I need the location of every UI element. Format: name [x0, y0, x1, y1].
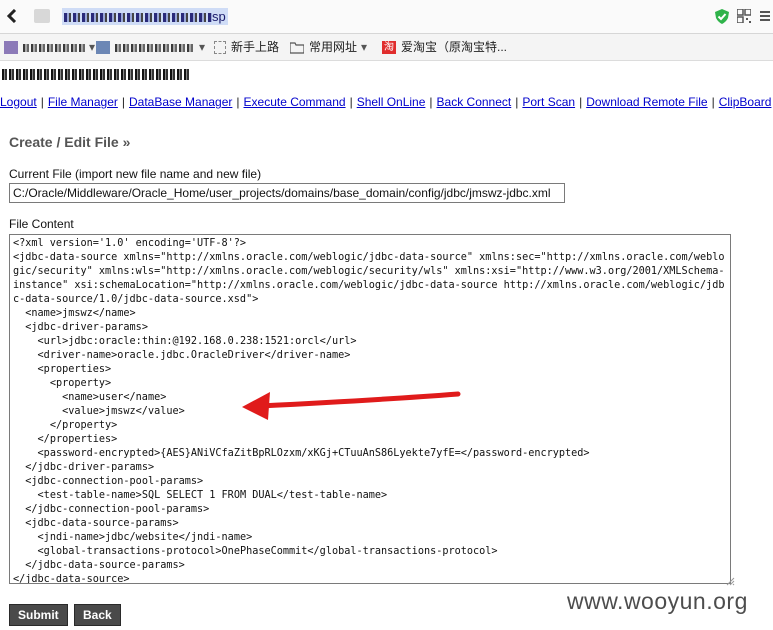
chevron-down-icon: ▾: [89, 40, 96, 54]
bookmark-label: 常用网址: [309, 40, 358, 54]
current-file-input[interactable]: [9, 183, 565, 203]
current-file-label: Current File (import new file name and n…: [9, 167, 262, 181]
header-redacted: [2, 69, 190, 80]
bookmark-label: 爱淘宝（原淘宝特...: [401, 40, 508, 54]
file-content-label: File Content: [9, 217, 74, 231]
browser-address-bar: sp: [0, 0, 773, 34]
taobao-icon: 淘: [382, 41, 396, 55]
resize-handle-icon[interactable]: [726, 577, 735, 586]
nav-file-manager[interactable]: File Manager: [48, 95, 118, 109]
nav-port-scan[interactable]: Port Scan: [522, 95, 575, 109]
nav-shell-online[interactable]: Shell OnLine: [357, 95, 426, 109]
shield-check-icon[interactable]: [715, 9, 729, 24]
annotation-arrow-icon: [242, 391, 461, 420]
nav-logout[interactable]: Logout: [0, 95, 37, 109]
nav-download-remote-file[interactable]: Download Remote File: [586, 95, 707, 109]
submit-button[interactable]: Submit: [9, 604, 68, 626]
shell-nav: Logout | File Manager | DataBase Manager | Exe…: [0, 95, 772, 109]
bookmark-redacted-1[interactable]: ▾: [4, 38, 95, 56]
page-icon: [214, 41, 226, 55]
bookmarks-bar: ▾ ▾ 新手上路 常用网址 ▾ 淘爱淘宝（原淘宝特...: [0, 34, 773, 61]
chevron-down-icon: ▾: [361, 40, 368, 54]
bookmark-taobao[interactable]: 淘爱淘宝（原淘宝特...: [382, 38, 507, 56]
bookmark-label: 新手上路: [231, 40, 280, 54]
back-arrow-icon[interactable]: [6, 9, 20, 23]
nav-clipboard[interactable]: ClipBoard: [719, 95, 772, 109]
chevron-down-icon: ▾: [199, 40, 206, 54]
nav-back-connect[interactable]: Back Connect: [437, 95, 512, 109]
bookmark-folder-common[interactable]: 常用网址 ▾: [290, 38, 367, 56]
bookmark-icon: [96, 41, 110, 55]
menu-icon[interactable]: [760, 9, 770, 23]
url-suffix: sp: [212, 9, 226, 24]
back-button[interactable]: Back: [74, 604, 121, 626]
site-header: [0, 61, 773, 88]
bookmark-icon: [4, 41, 18, 55]
url-redacted: [64, 13, 212, 23]
bookmark-redacted-2[interactable]: ▾: [96, 38, 205, 56]
nav-execute-command[interactable]: Execute Command: [244, 95, 346, 109]
page-title: Create / Edit File »: [9, 134, 131, 150]
url-field[interactable]: sp: [62, 8, 228, 25]
qr-code-icon[interactable]: [737, 9, 751, 23]
nav-database-manager[interactable]: DataBase Manager: [129, 95, 232, 109]
watermark: www.wooyun.org: [567, 588, 748, 614]
site-favicon-icon: [34, 9, 50, 23]
bookmark-newbie[interactable]: 新手上路: [214, 38, 279, 56]
folder-icon: [290, 42, 304, 54]
